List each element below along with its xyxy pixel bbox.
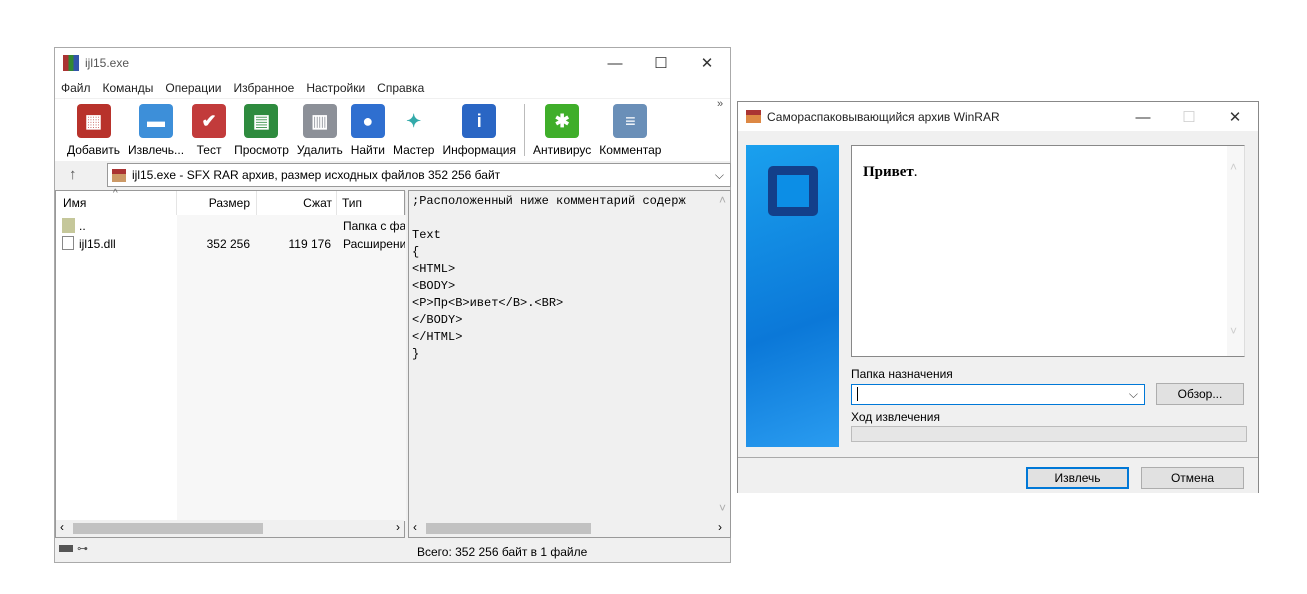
sfx-dialog: Самораспаковывающийся архив WinRAR — ☐ ✕… xyxy=(737,101,1259,493)
file-type: Расширени xyxy=(343,237,405,251)
address-bar[interactable]: ijl15.exe - SFX RAR архив, размер исходн… xyxy=(107,163,731,187)
close-button[interactable]: ✕ xyxy=(1212,102,1258,132)
chevron-down-icon[interactable]: ⌵ xyxy=(1129,387,1138,402)
file-packed: 119 176 xyxy=(288,237,332,251)
file-name: .. xyxy=(79,219,86,233)
file-row-parent[interactable]: .. Папка с фа xyxy=(56,217,405,235)
toolbar-button-add-archive[interactable]: ▦ Добавить xyxy=(67,99,120,161)
extraction-progress-bar xyxy=(851,426,1247,442)
key-icon: ⊶ xyxy=(77,543,88,555)
toolbar-separator xyxy=(523,104,525,156)
toolbar-button-label: Просмотр xyxy=(234,143,289,157)
status-text: Всего: 352 256 байт в 1 файле xyxy=(417,545,588,559)
column-packed[interactable]: Сжат xyxy=(257,191,337,215)
toolbar-button-comment[interactable]: ≡ Комментар xyxy=(599,99,661,161)
info-icon: i xyxy=(462,104,497,138)
browse-button[interactable]: Обзор... xyxy=(1156,383,1244,405)
toolbar-button-delete-trash[interactable]: ▥ Удалить xyxy=(297,99,343,161)
winrar-banner xyxy=(746,145,839,447)
sort-ascending-icon: ^ xyxy=(113,188,118,199)
toolbar-button-label: Тест xyxy=(196,143,222,157)
text-cursor xyxy=(857,387,858,401)
winrar-archive-icon xyxy=(746,110,761,123)
toolbar-button-find-magnifier[interactable]: ● Найти xyxy=(351,99,385,161)
toolbar-button-label: Удалить xyxy=(296,143,343,157)
scroll-down-icon[interactable]: ˅ xyxy=(719,501,726,515)
toolbar-button-test-clipboard[interactable]: ✔ Тест xyxy=(192,99,227,161)
toolbar-button-view-book[interactable]: ▤ Просмотр xyxy=(234,99,289,161)
toolbar-button-info[interactable]: i Информация xyxy=(442,99,516,161)
dll-file-icon xyxy=(62,236,74,250)
close-button[interactable]: ✕ xyxy=(684,48,730,78)
menu-file[interactable]: Файл xyxy=(61,81,91,95)
column-type[interactable]: Тип xyxy=(337,191,406,215)
title-bar: ijl15.exe — ☐ ✕ xyxy=(55,48,730,78)
file-size: 352 256 xyxy=(206,237,250,251)
wizard-wand-icon: ✦ xyxy=(396,104,431,138)
menu-operations[interactable]: Операции xyxy=(165,81,221,95)
test-clipboard-icon: ✔ xyxy=(192,104,227,138)
toolbar-button-label: Комментар xyxy=(599,143,662,157)
up-arrow-icon[interactable]: ↑ xyxy=(69,166,77,183)
file-type: Папка с фа xyxy=(343,219,405,233)
comment-pane: ;Расположенный ниже комментарий содерж T… xyxy=(408,190,731,538)
file-row-ijl15[interactable]: ijl15.dll 352 256 119 176 Расширени xyxy=(56,235,405,253)
toolbar-button-label: Найти xyxy=(350,143,385,157)
toolbar-button-label: Извлечь... xyxy=(128,143,185,157)
minimize-button[interactable]: — xyxy=(1120,102,1166,132)
cancel-button[interactable]: Отмена xyxy=(1141,467,1244,489)
menu-help[interactable]: Справка xyxy=(377,81,424,95)
toolbar-button-antivirus-bug[interactable]: ✱ Антивирус xyxy=(533,99,591,161)
toolbar-button-label: Мастер xyxy=(392,143,435,157)
extract-button[interactable]: Извлечь xyxy=(1026,467,1129,489)
toolbar-button-wizard-wand[interactable]: ✦ Мастер xyxy=(392,99,435,161)
destination-combobox[interactable]: ⌵ xyxy=(851,384,1145,405)
toolbar-more-button[interactable]: » xyxy=(717,98,723,110)
menu-settings[interactable]: Настройки xyxy=(306,81,365,95)
file-list: Имя ^ Размер Сжат Тип .. Папка с фа ijl1… xyxy=(55,188,406,538)
menu-bar: Файл Команды Операции Избранное Настройк… xyxy=(55,78,730,98)
destination-label: Папка назначения xyxy=(851,367,953,381)
winrar-square-logo xyxy=(768,166,818,216)
horizontal-scrollbar[interactable]: ‹ › xyxy=(56,520,404,537)
winrar-main-window: ijl15.exe — ☐ ✕ Файл Команды Операции Из… xyxy=(54,47,731,563)
menu-commands[interactable]: Команды xyxy=(103,81,154,95)
vertical-scrollbar[interactable]: ˄ ˅ xyxy=(1227,146,1244,356)
column-size[interactable]: Размер xyxy=(177,191,257,215)
window-title: ijl15.exe xyxy=(85,56,130,70)
toolbar-button-extract-folder[interactable]: ▬ Извлечь... xyxy=(128,99,184,161)
find-magnifier-icon: ● xyxy=(350,104,385,138)
scroll-up-icon[interactable]: ˄ xyxy=(719,193,726,207)
address-text: ijl15.exe - SFX RAR архив, размер исходн… xyxy=(132,168,501,182)
toolbar-button-label: Антивирус xyxy=(532,143,592,157)
add-archive-icon: ▦ xyxy=(76,104,111,138)
comment-icon: ≡ xyxy=(613,104,648,138)
winrar-logo-icon xyxy=(63,55,79,71)
maximize-button[interactable]: ☐ xyxy=(638,48,684,78)
comment-view: Привет. ˄ ˅ xyxy=(851,145,1245,357)
folder-icon xyxy=(62,218,75,233)
antivirus-bug-icon: ✱ xyxy=(545,104,580,138)
greeting-text: Привет. xyxy=(863,164,918,180)
toolbar-button-label: Добавить xyxy=(67,143,121,157)
file-name: ijl15.dll xyxy=(79,237,116,251)
drive-icon xyxy=(59,545,73,552)
archive-comment-text: ;Расположенный ниже комментарий содерж T… xyxy=(412,194,686,361)
horizontal-scrollbar[interactable]: ‹ › xyxy=(409,520,730,537)
chevron-down-icon[interactable]: ⌵ xyxy=(715,168,724,183)
dialog-title: Самораспаковывающийся архив WinRAR xyxy=(767,109,1000,124)
menu-favorites[interactable]: Избранное xyxy=(234,81,295,95)
delete-trash-icon: ▥ xyxy=(302,104,337,138)
toolbar: ▦ Добавить ▬ Извлечь... ✔ Тест ▤ Просмотр ▥ Удали… xyxy=(55,99,730,161)
scroll-up-icon[interactable]: ˄ xyxy=(1230,160,1237,174)
extract-folder-icon: ▬ xyxy=(139,104,174,138)
minimize-button[interactable]: — xyxy=(592,48,638,78)
progress-label: Ход извлечения xyxy=(851,410,940,424)
archive-icon xyxy=(112,168,126,182)
toolbar-button-label: Информация xyxy=(442,143,516,157)
view-book-icon: ▤ xyxy=(244,104,279,138)
maximize-button: ☐ xyxy=(1182,109,1196,126)
dialog-title-bar: Самораспаковывающийся архив WinRAR — ☐ ✕ xyxy=(738,102,1258,131)
scroll-down-icon[interactable]: ˅ xyxy=(1230,324,1237,338)
